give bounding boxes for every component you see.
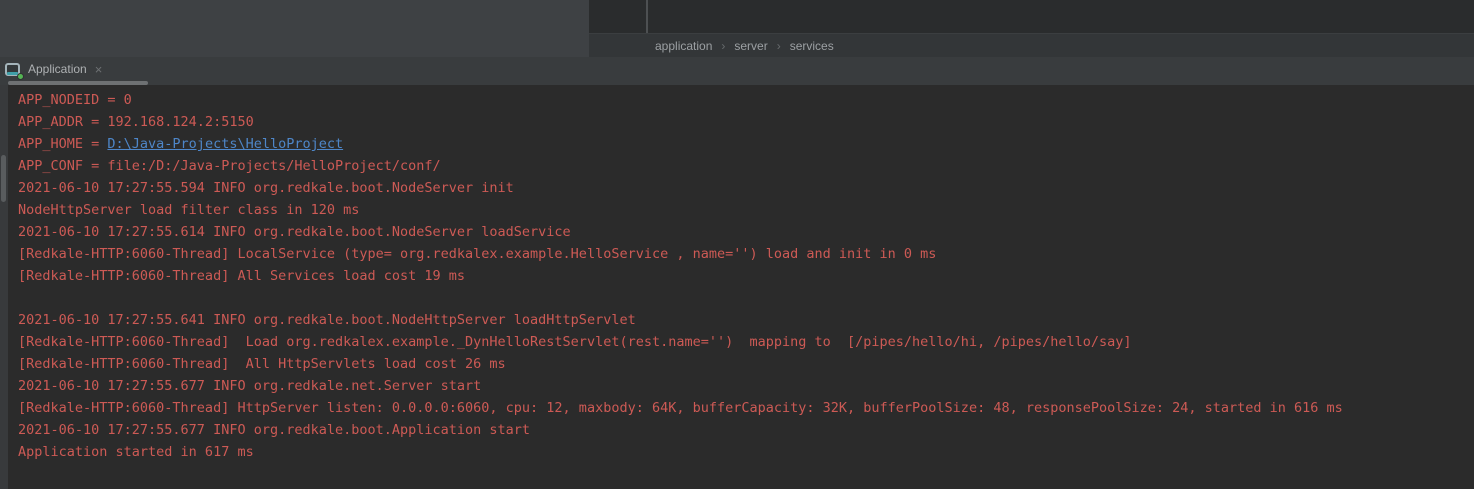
console-line: 2021-06-10 17:27:55.641 INFO org.redkale… <box>18 309 1474 331</box>
console-line: APP_HOME = D:\Java-Projects\HelloProject <box>18 133 1474 155</box>
tab-application-label: Application <box>28 62 87 76</box>
breadcrumb-item-application[interactable]: application <box>655 39 712 53</box>
console-text: Application started in 617 ms <box>18 444 254 460</box>
top-editor-strip: application › server › services <box>0 0 1474 57</box>
running-indicator-icon <box>17 73 24 80</box>
editor-divider <box>646 0 648 33</box>
editor-pane-left[interactable] <box>0 0 589 57</box>
console-line: 2021-06-10 17:27:55.677 INFO org.redkale… <box>18 375 1474 397</box>
console-text: [Redkale-HTTP:6060-Thread] All HttpServl… <box>18 356 506 372</box>
console-line: 2021-06-10 17:27:55.614 INFO org.redkale… <box>18 221 1474 243</box>
run-tab-bar: Application × <box>0 57 1474 85</box>
console-line: 2021-06-10 17:27:55.594 INFO org.redkale… <box>18 177 1474 199</box>
console-line: [Redkale-HTTP:6060-Thread] Load org.redk… <box>18 331 1474 353</box>
console-text: NodeHttpServer load filter class in 120 … <box>18 202 359 218</box>
chevron-right-icon: › <box>721 39 725 53</box>
console-text: APP_CONF = file:/D:/Java-Projects/HelloP… <box>18 158 441 174</box>
console-line: [Redkale-HTTP:6060-Thread] All Services … <box>18 265 1474 287</box>
editor-pane-right[interactable] <box>589 0 1474 33</box>
console-file-link[interactable]: D:\Java-Projects\HelloProject <box>107 136 343 152</box>
console-line: APP_CONF = file:/D:/Java-Projects/HelloP… <box>18 155 1474 177</box>
console-text: [Redkale-HTTP:6060-Thread] Load org.redk… <box>18 334 1132 350</box>
console-text: APP_HOME = <box>18 136 107 152</box>
tab-application[interactable]: Application × <box>3 57 104 81</box>
console-text: 2021-06-10 17:27:55.641 INFO org.redkale… <box>18 312 636 328</box>
console-line: [Redkale-HTTP:6060-Thread] LocalService … <box>18 243 1474 265</box>
console-text: 2021-06-10 17:27:55.677 INFO org.redkale… <box>18 378 481 394</box>
tab-close-icon[interactable]: × <box>95 63 103 76</box>
console-line: APP_ADDR = 192.168.124.2:5150 <box>18 111 1474 133</box>
console-panel[interactable]: APP_NODEID = 0 APP_ADDR = 192.168.124.2:5… <box>0 85 1474 489</box>
console-line: NodeHttpServer load filter class in 120 … <box>18 199 1474 221</box>
console-text: APP_NODEID = 0 <box>18 92 132 108</box>
breadcrumb: application › server › services <box>589 33 1474 57</box>
console-line: [Redkale-HTTP:6060-Thread] HttpServer li… <box>18 397 1474 419</box>
console-line <box>18 287 1474 309</box>
console-text: 2021-06-10 17:27:55.594 INFO org.redkale… <box>18 180 514 196</box>
console-text: APP_ADDR = 192.168.124.2:5150 <box>18 114 254 130</box>
breadcrumb-item-server[interactable]: server <box>734 39 767 53</box>
console-text: [Redkale-HTTP:6060-Thread] HttpServer li… <box>18 400 1343 416</box>
console-line: [Redkale-HTTP:6060-Thread] All HttpServl… <box>18 353 1474 375</box>
chevron-right-icon: › <box>777 39 781 53</box>
console-icon <box>5 63 21 77</box>
console-text: [Redkale-HTTP:6060-Thread] All Services … <box>18 268 465 284</box>
scrollbar-thumb[interactable] <box>1 155 6 202</box>
ide-window: application › server › services Applicat… <box>0 0 1474 489</box>
breadcrumb-item-services[interactable]: services <box>790 39 834 53</box>
console-text: 2021-06-10 17:27:55.614 INFO org.redkale… <box>18 224 571 240</box>
left-toolbar-strip <box>0 85 8 489</box>
console-line: APP_NODEID = 0 <box>18 89 1474 111</box>
console-text: [Redkale-HTTP:6060-Thread] LocalService … <box>18 246 936 262</box>
console-text: 2021-06-10 17:27:55.677 INFO org.redkale… <box>18 422 530 438</box>
console-output[interactable]: APP_NODEID = 0 APP_ADDR = 192.168.124.2:5… <box>18 89 1474 463</box>
console-line: 2021-06-10 17:27:55.677 INFO org.redkale… <box>18 419 1474 441</box>
console-line: Application started in 617 ms <box>18 441 1474 463</box>
